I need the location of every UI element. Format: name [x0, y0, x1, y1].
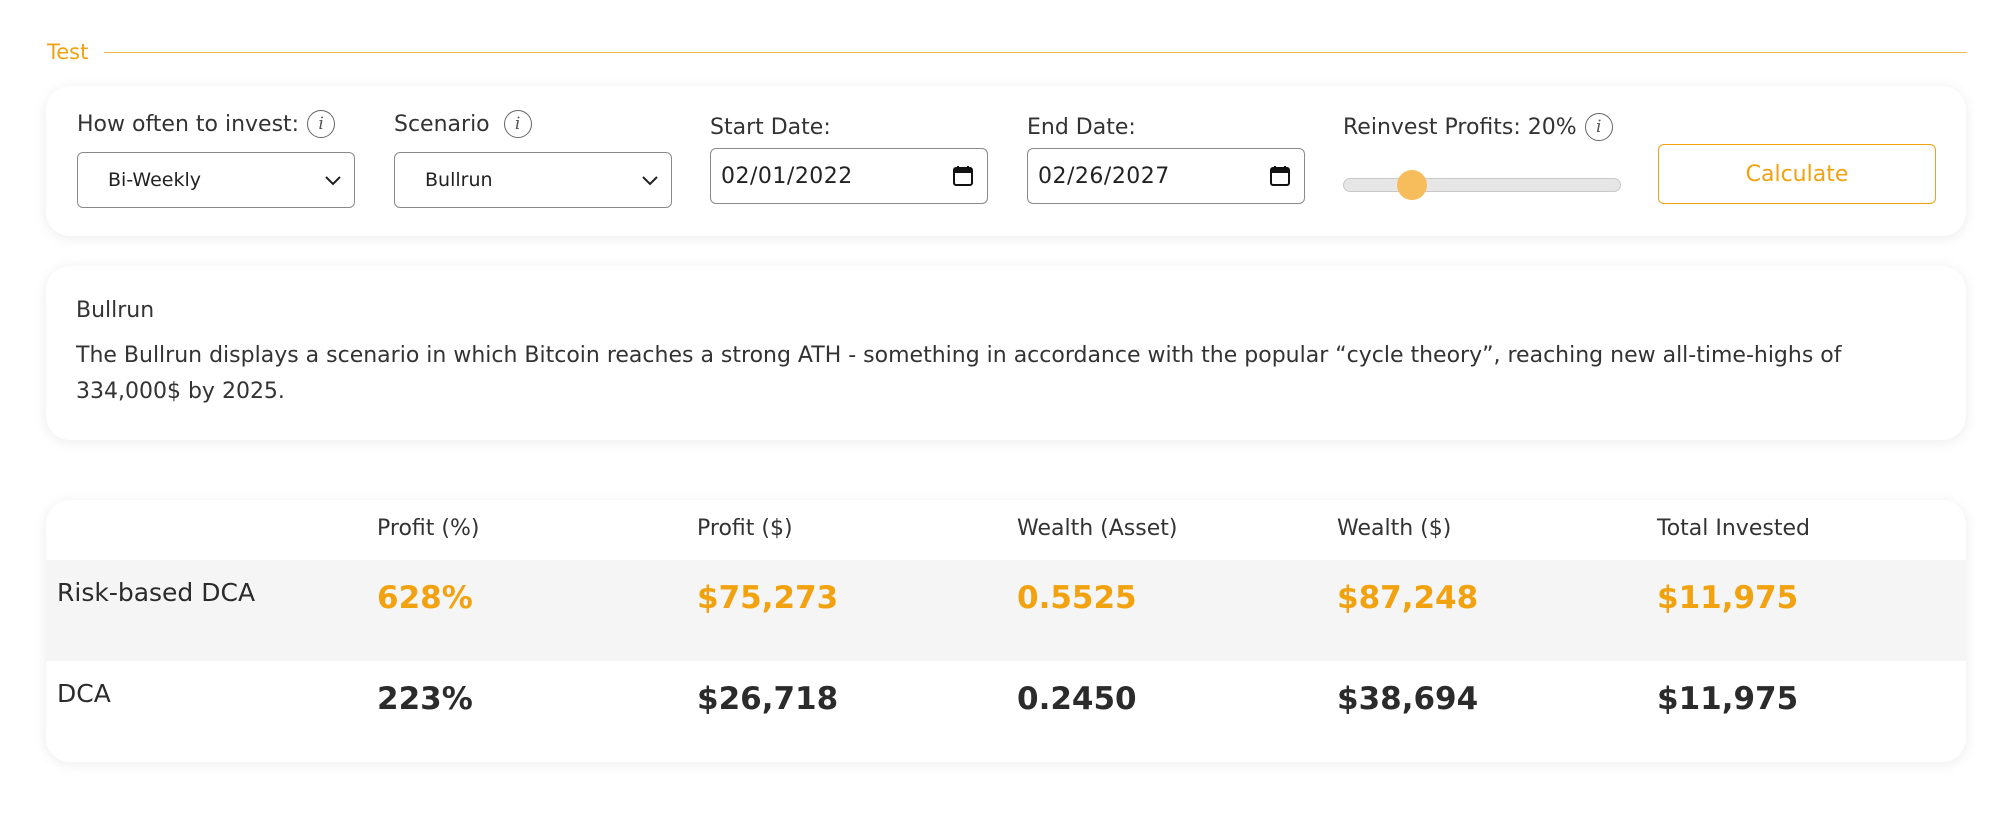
page: Test How often to invest: i Bi-Weekly Sc…: [0, 0, 1998, 828]
cell-profit-percent: 223%: [377, 681, 473, 717]
cell-profit-percent: 628%: [377, 580, 473, 616]
table-header: Profit (%) Profit ($) Wealth (Asset) Wea…: [46, 500, 1966, 560]
scenario-control: Scenario i: [394, 108, 532, 140]
end-date-control: End Date:: [1027, 111, 1136, 143]
chevron-down-icon: [642, 176, 658, 186]
start-date-control: Start Date:: [710, 111, 831, 143]
column-header-profit-dollar: Profit ($): [697, 516, 793, 541]
calendar-icon[interactable]: [1268, 164, 1292, 188]
cell-profit-dollar: $26,718: [697, 681, 839, 717]
start-date-value: 02/01/2022: [721, 163, 853, 189]
scenario-description-text: The Bullrun displays a scenario in which…: [76, 343, 1842, 404]
scenario-label-row: Scenario i: [394, 108, 532, 140]
frequency-label-row: How often to invest: i: [77, 108, 336, 140]
cell-total-invested: $11,975: [1657, 580, 1799, 616]
chevron-down-icon: [325, 176, 341, 186]
section-title: Test: [47, 40, 89, 64]
calculate-button[interactable]: Calculate: [1658, 144, 1936, 204]
end-date-value: 02/26/2027: [1038, 163, 1170, 189]
column-header-wealth-asset: Wealth (Asset): [1017, 516, 1178, 541]
section-header: Test: [47, 38, 1967, 66]
cell-wealth-dollar: $87,248: [1337, 580, 1479, 616]
column-header-profit-percent: Profit (%): [377, 516, 480, 541]
results-table: Profit (%) Profit ($) Wealth (Asset) Wea…: [46, 500, 1966, 762]
start-date-label: Start Date:: [710, 114, 831, 140]
frequency-control: How often to invest: i: [77, 108, 336, 140]
scenario-description-title: Bullrun: [76, 298, 155, 323]
scenario-description-card: Bullrun The Bullrun displays a scenario …: [46, 266, 1966, 440]
cell-wealth-asset: 0.2450: [1017, 681, 1137, 717]
scenario-select[interactable]: Bullrun: [394, 152, 672, 208]
frequency-label: How often to invest:: [77, 111, 300, 137]
column-header-total-invested: Total Invested: [1657, 516, 1810, 541]
row-label: DCA: [57, 679, 111, 708]
section-divider: [104, 51, 1967, 53]
table-row: Risk-based DCA 628% $75,273 0.5525 $87,2…: [46, 560, 1966, 661]
info-icon[interactable]: i: [307, 110, 336, 138]
frequency-select[interactable]: Bi-Weekly: [77, 152, 355, 208]
info-icon[interactable]: i: [503, 110, 532, 138]
reinvest-control: Reinvest Profits: 20% i: [1343, 111, 1613, 143]
scenario-select-value: Bullrun: [425, 169, 493, 191]
start-date-input[interactable]: 02/01/2022: [710, 148, 988, 204]
reinvest-label: Reinvest Profits: 20%: [1343, 114, 1577, 140]
end-date-input[interactable]: 02/26/2027: [1027, 148, 1305, 204]
column-header-wealth-dollar: Wealth ($): [1337, 516, 1452, 541]
end-date-label: End Date:: [1027, 114, 1136, 140]
info-icon[interactable]: i: [1584, 113, 1613, 141]
cell-profit-dollar: $75,273: [697, 580, 839, 616]
scenario-label: Scenario: [394, 111, 490, 137]
reinvest-slider-thumb[interactable]: [1396, 170, 1427, 200]
cell-wealth-dollar: $38,694: [1337, 681, 1479, 717]
reinvest-label-row: Reinvest Profits: 20% i: [1343, 111, 1613, 143]
reinvest-slider-track[interactable]: [1343, 178, 1621, 192]
cell-total-invested: $11,975: [1657, 681, 1799, 717]
row-label: Risk-based DCA: [57, 578, 256, 607]
table-row: DCA 223% $26,718 0.2450 $38,694 $11,975: [46, 661, 1966, 762]
calendar-icon[interactable]: [951, 164, 975, 188]
cell-wealth-asset: 0.5525: [1017, 580, 1137, 616]
frequency-select-value: Bi-Weekly: [108, 169, 201, 191]
